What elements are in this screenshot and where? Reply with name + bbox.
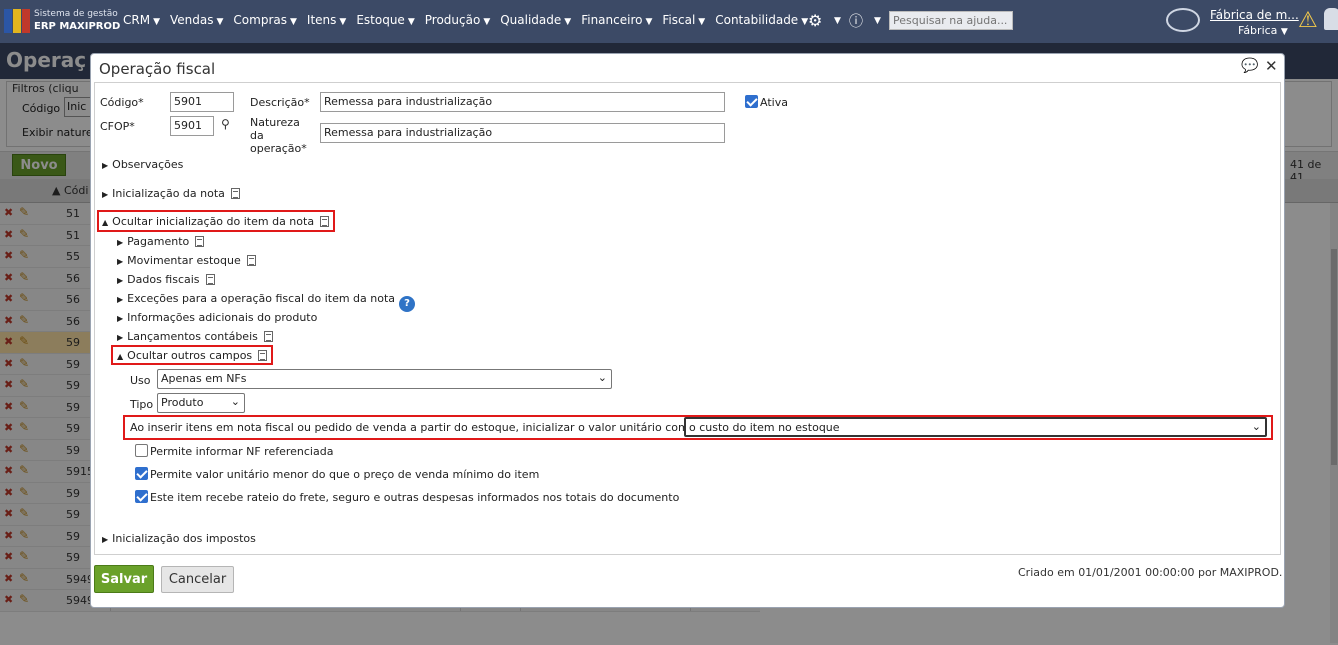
menu-estoque[interactable]: Estoque ▼	[356, 13, 414, 27]
valor-unitario-label: Ao inserir itens em nota fiscal ou pedid…	[130, 421, 693, 434]
rateio-frete-checkbox[interactable]	[135, 490, 148, 503]
menu-compras[interactable]: Compras ▼	[233, 13, 297, 27]
natureza-label: Natureza da operação*	[250, 116, 307, 155]
menu-fiscal[interactable]: Fiscal ▼	[662, 13, 705, 27]
codigo-label: Código*	[100, 96, 144, 109]
menu-producao[interactable]: Produção ▼	[425, 13, 490, 27]
note-icon[interactable]	[246, 255, 256, 266]
nf-referenciada-checkbox[interactable]	[135, 444, 148, 457]
company-link[interactable]: Fábrica de m...	[1210, 8, 1299, 22]
section-observacoes[interactable]: ▶ Observações	[102, 158, 183, 171]
dialog-title: Operação fiscal	[99, 60, 216, 78]
nf-referenciada-label: Permite informar NF referenciada	[150, 445, 334, 458]
created-info: Criado em 01/01/2001 00:00:00 por MAXIPR…	[1018, 566, 1283, 579]
main-menu: CRM ▼ Vendas ▼ Compras ▼ Itens ▼ Estoque ▼ Pr…	[123, 13, 818, 27]
menu-qualidade[interactable]: Qualidade ▼	[500, 13, 571, 27]
section-inicializacao-impostos[interactable]: ▶ Inicialização dos impostos	[102, 532, 256, 545]
user-icon[interactable]	[1324, 8, 1338, 30]
cfop-label: CFOP*	[100, 120, 135, 133]
cfop-input[interactable]: 5901	[170, 116, 214, 136]
rateio-frete-label: Este item recebe rateio do frete, seguro…	[150, 491, 680, 504]
descricao-input[interactable]: Remessa para industrialização	[320, 92, 725, 112]
chat-icon[interactable]	[1166, 8, 1200, 32]
chevron-down-icon[interactable]: ▼	[874, 16, 881, 26]
note-icon[interactable]	[205, 274, 215, 285]
brand-subtitle: Sistema de gestão	[34, 9, 118, 19]
section-informacoes-adicionais[interactable]: ▶ Informações adicionais do produto	[117, 311, 317, 324]
note-icon[interactable]	[195, 236, 205, 247]
help-icon[interactable]: ⓘ	[849, 11, 863, 31]
tipo-select[interactable]: Produto ⌄	[157, 393, 245, 413]
ativa-label: Ativa	[760, 96, 788, 109]
top-navbar: Sistema de gestão ERP MAXIPROD CRM ▼ Vend…	[0, 0, 1338, 43]
codigo-input[interactable]: 5901	[170, 92, 234, 112]
section-dados-fiscais[interactable]: ▶ Dados fiscais	[117, 273, 215, 286]
ativa-checkbox[interactable]	[745, 95, 758, 108]
section-ocultar-item[interactable]: ▲ Ocultar inicialização do item da nota	[102, 215, 330, 228]
uso-label: Uso	[130, 374, 151, 387]
valor-unitario-select[interactable]: o custo do item no estoque ⌄	[684, 417, 1267, 437]
chevron-down-icon: ⌄	[230, 395, 240, 408]
operacao-fiscal-dialog: Operação fiscal 💬 ✕ Código* 5901 Descriç…	[90, 53, 1285, 608]
valor-menor-label: Permite valor unitário menor do que o pr…	[150, 468, 540, 481]
save-button[interactable]: Salvar	[94, 565, 154, 593]
gear-icon[interactable]: ⚙	[808, 11, 822, 30]
chevron-down-icon[interactable]: ▼	[834, 16, 841, 26]
menu-contabilidade[interactable]: Contabilidade ▼	[715, 13, 808, 27]
company-selector[interactable]: Fábrica ▼	[1238, 24, 1288, 37]
section-lancamentos-contabeis[interactable]: ▶ Lançamentos contábeis	[117, 330, 273, 343]
brand-name: ERP MAXIPROD	[34, 21, 121, 32]
natureza-input[interactable]: Remessa para industrialização	[320, 123, 725, 143]
menu-financeiro[interactable]: Financeiro ▼	[581, 13, 652, 27]
logo-icon[interactable]	[4, 9, 30, 33]
menu-vendas[interactable]: Vendas ▼	[170, 13, 223, 27]
menu-itens[interactable]: Itens ▼	[307, 13, 346, 27]
descricao-label: Descrição*	[250, 96, 310, 109]
note-icon[interactable]	[230, 188, 240, 199]
section-pagamento[interactable]: ▶ Pagamento	[117, 235, 205, 248]
note-icon[interactable]	[320, 216, 330, 227]
section-ocultar-outros[interactable]: ▲ Ocultar outros campos	[117, 349, 268, 362]
comment-icon[interactable]: 💬	[1241, 58, 1258, 74]
warning-icon[interactable]: ⚠	[1298, 8, 1318, 33]
cancel-button[interactable]: Cancelar	[161, 566, 234, 593]
chevron-down-icon: ⌄	[597, 371, 607, 384]
chevron-down-icon: ⌄	[1251, 420, 1261, 433]
note-icon[interactable]	[258, 350, 268, 361]
section-inicializacao-nota[interactable]: ▶ Inicialização da nota	[102, 187, 240, 200]
help-icon[interactable]: ?	[399, 296, 416, 312]
menu-crm[interactable]: CRM ▼	[123, 13, 160, 27]
search-icon[interactable]: ⚲	[221, 117, 230, 131]
help-search-input[interactable]	[889, 11, 1013, 30]
close-icon[interactable]: ✕	[1265, 57, 1278, 75]
uso-select[interactable]: Apenas em NFs ⌄	[157, 369, 612, 389]
tipo-label: Tipo	[130, 398, 154, 411]
note-icon[interactable]	[263, 331, 273, 342]
section-movimentar-estoque[interactable]: ▶ Movimentar estoque	[117, 254, 256, 267]
valor-menor-checkbox[interactable]	[135, 467, 148, 480]
dialog-body: Código* 5901 Descrição* Remessa para ind…	[94, 82, 1281, 555]
section-excecoes[interactable]: ▶ Exceções para a operação fiscal do item…	[117, 292, 416, 312]
